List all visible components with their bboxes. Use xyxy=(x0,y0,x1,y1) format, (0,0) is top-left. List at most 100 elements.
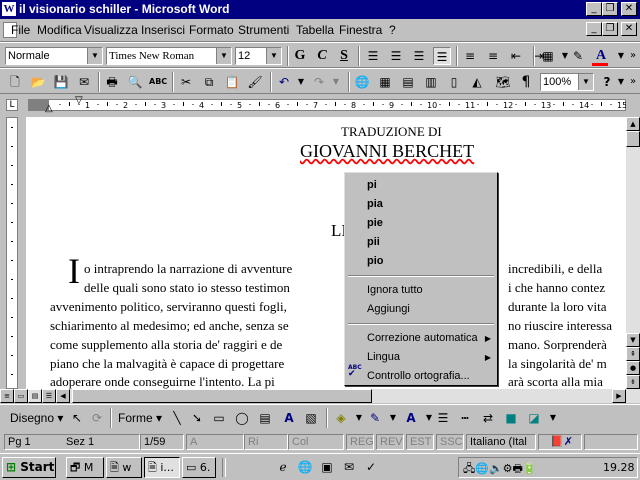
doc-minimize-button[interactable]: _ xyxy=(586,22,602,36)
status-rev[interactable]: REV xyxy=(376,434,404,450)
suggestion-pie[interactable]: pie xyxy=(367,217,383,229)
scroll-down-icon[interactable]: ▼ xyxy=(626,333,640,347)
undo-icon[interactable]: ↶ xyxy=(275,73,293,91)
ie-icon[interactable]: ℯ xyxy=(274,458,292,476)
underline-button[interactable]: S xyxy=(335,47,353,65)
spelling-status-icon[interactable]: 📕✗ xyxy=(538,434,582,450)
decrease-indent-icon[interactable]: ⇤ xyxy=(507,47,525,65)
previous-page-icon[interactable]: ⇞ xyxy=(626,347,640,361)
align-center-icon[interactable]: ☰ xyxy=(387,47,405,65)
spelling-icon[interactable]: ABC xyxy=(149,73,167,91)
document-page[interactable]: TRADUZIONE DI GIOVANNI BERCHET LI I o in… xyxy=(26,117,626,389)
format-painter-icon[interactable]: 🖌 xyxy=(246,73,264,91)
tray-icons[interactable]: 🖧🌐🔊⚙🖶🔋 xyxy=(463,460,537,479)
3d-icon[interactable]: ◪ xyxy=(525,409,543,427)
justify-icon[interactable]: ☰ xyxy=(433,47,451,65)
document-map-icon[interactable]: 🗺 xyxy=(494,73,512,91)
numbered-list-icon[interactable]: ≡ xyxy=(461,47,479,65)
spellcheck-item[interactable]: Controllo ortografia... xyxy=(367,370,470,382)
status-language[interactable]: Italiano (Ital xyxy=(466,434,536,450)
select-objects-icon[interactable]: ↖ xyxy=(68,409,86,427)
dropdown-arrow-icon[interactable]: ▼ xyxy=(292,73,310,91)
ignore-all-item[interactable]: Ignora tutto xyxy=(367,284,423,296)
close-button[interactable]: ✕ xyxy=(621,2,637,16)
web-layout-icon[interactable]: ▭ xyxy=(14,389,28,403)
columns-icon[interactable]: ▯ xyxy=(445,73,463,91)
status-rec[interactable]: REG xyxy=(346,434,374,450)
hscroll-thumb[interactable] xyxy=(72,389,372,403)
highlight-icon[interactable]: ✎ xyxy=(569,47,587,65)
suggestion-pio[interactable]: pio xyxy=(367,255,384,267)
print-preview-icon[interactable]: 🔍 xyxy=(126,73,144,91)
italic-button[interactable]: C xyxy=(313,47,331,65)
clipart-icon[interactable]: ▧ xyxy=(302,409,320,427)
start-button[interactable]: ⊞ Start xyxy=(2,457,56,478)
dropdown-arrow-icon[interactable]: ▼ xyxy=(87,48,102,64)
redo-icon[interactable]: ↷ xyxy=(310,73,328,91)
zoom-combo[interactable]: 100% ▼ xyxy=(540,73,594,91)
task-button-1[interactable]: 🗗 M xyxy=(66,457,104,478)
doc-restore-button[interactable]: ❐ xyxy=(602,22,618,36)
horizontal-ruler[interactable]: L ▽ △ 1 2 3 4 5 6 7 8 9 10 11 12 13 14 15 xyxy=(0,95,640,117)
more-buttons-icon[interactable]: » xyxy=(624,47,640,65)
insert-excel-icon[interactable]: ▥ xyxy=(422,73,440,91)
style-combo[interactable]: Normale ▼ xyxy=(5,47,103,65)
channels-icon[interactable]: ✉ xyxy=(340,458,358,476)
font-color-draw-icon[interactable]: A xyxy=(402,409,420,427)
bold-button[interactable]: G xyxy=(291,47,309,65)
paste-icon[interactable]: 📋 xyxy=(223,73,241,91)
add-to-dictionary-item[interactable]: Aggiungi xyxy=(367,303,410,315)
print-icon[interactable]: 🖶 xyxy=(103,73,121,91)
next-page-icon[interactable]: ⇟ xyxy=(626,375,640,389)
autocorrect-item[interactable]: Correzione automatica xyxy=(367,332,478,344)
borders-icon[interactable]: ▦ xyxy=(539,47,557,65)
fill-color-icon[interactable]: ◈ xyxy=(332,409,350,427)
status-ext[interactable]: EST xyxy=(406,434,434,450)
line-icon[interactable]: ╲ xyxy=(168,409,186,427)
dropdown-arrow-icon[interactable]: ▼ xyxy=(216,48,231,64)
tables-borders-icon[interactable]: ▦ xyxy=(376,73,394,91)
dropdown-arrow-icon[interactable]: ▼ xyxy=(384,409,402,427)
suggestion-pi[interactable]: pi xyxy=(367,179,377,191)
line-color-icon[interactable]: ✎ xyxy=(366,409,384,427)
browse-object-icon[interactable]: ● xyxy=(626,361,640,375)
scroll-thumb[interactable] xyxy=(626,131,640,147)
align-left-icon[interactable]: ☰ xyxy=(364,47,382,65)
autoshapes-menu-button[interactable]: Forme ▾ xyxy=(118,411,162,425)
new-document-icon[interactable]: 🗋 xyxy=(6,73,24,91)
size-combo[interactable]: 12 ▼ xyxy=(235,47,282,65)
open-folder-icon[interactable]: 📂 xyxy=(29,73,47,91)
menu-visualizza[interactable]: Visualizza xyxy=(84,23,138,37)
wordart-icon[interactable]: A xyxy=(280,409,298,427)
word-app-icon[interactable]: W xyxy=(2,2,16,16)
draw-menu-button[interactable]: Disegno ▾ xyxy=(10,411,63,425)
shadow-icon[interactable]: ■ xyxy=(502,409,520,427)
cut-icon[interactable]: ✂ xyxy=(177,73,195,91)
align-right-icon[interactable]: ☰ xyxy=(410,47,428,65)
free-rotate-icon[interactable]: ⟳ xyxy=(88,409,106,427)
task-button-3[interactable]: 🗎 i... xyxy=(144,457,180,478)
dropdown-arrow-icon[interactable]: ▼ xyxy=(327,73,345,91)
text-box-icon[interactable]: ▤ xyxy=(256,409,274,427)
outlook-icon[interactable]: 🌐 xyxy=(296,458,314,476)
menu-tabella[interactable]: Tabella xyxy=(296,23,334,37)
save-icon[interactable]: 💾 xyxy=(52,73,70,91)
normal-view-icon[interactable]: ≡ xyxy=(0,389,14,403)
scroll-right-icon[interactable]: ▶ xyxy=(612,389,626,403)
vertical-scrollbar[interactable]: ▲ ▼ ⇞ ● ⇟ xyxy=(626,117,640,389)
oval-icon[interactable]: ◯ xyxy=(233,409,251,427)
clock[interactable]: 19.28 xyxy=(603,461,635,474)
menu-file[interactable]: File xyxy=(11,23,30,37)
doc-close-button[interactable]: ✕ xyxy=(621,22,637,36)
task-button-2[interactable]: 🗎 w xyxy=(106,457,142,478)
tab-selector-icon[interactable]: L xyxy=(6,99,18,111)
email-icon[interactable]: ✉ xyxy=(75,73,93,91)
scroll-left-icon[interactable]: ◀ xyxy=(56,389,70,403)
insert-table-icon[interactable]: ▤ xyxy=(399,73,417,91)
suggestion-pia[interactable]: pia xyxy=(367,198,383,210)
line-style-icon[interactable]: ☰ xyxy=(434,409,452,427)
arrow-icon[interactable]: ➘ xyxy=(188,409,206,427)
status-ovr[interactable]: SSC xyxy=(436,434,464,450)
menu-formato[interactable]: Formato xyxy=(189,23,234,37)
drawing-icon[interactable]: ◭ xyxy=(468,73,486,91)
